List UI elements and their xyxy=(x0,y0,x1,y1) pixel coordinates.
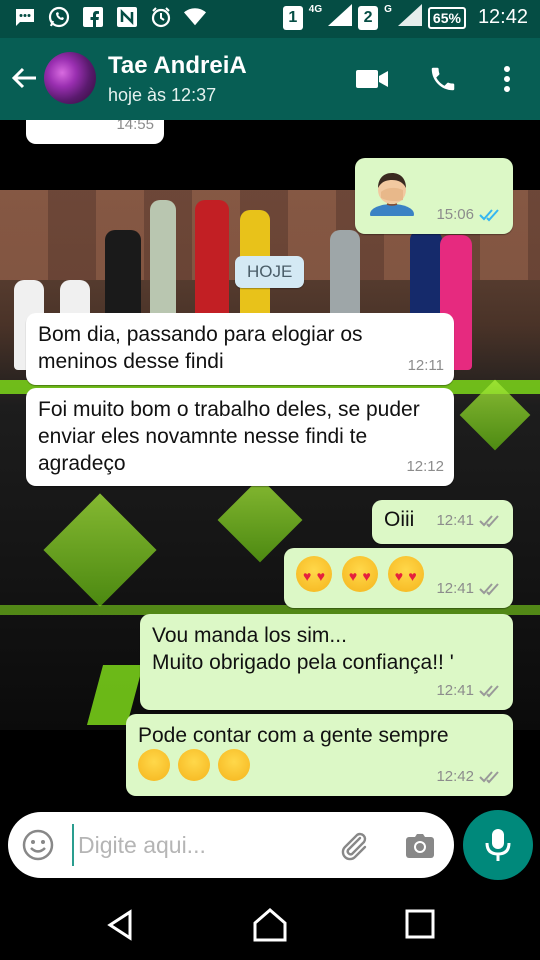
nav-home-icon[interactable] xyxy=(252,908,287,942)
nav-back-icon[interactable] xyxy=(104,908,138,942)
message-meta: 15:06 xyxy=(436,201,503,228)
battery-indicator: 65% xyxy=(427,6,466,29)
whatsapp-icon xyxy=(48,6,70,28)
message-meta: 12:11 xyxy=(408,352,444,379)
message-outgoing[interactable]: Oiii 12:41 xyxy=(372,500,513,544)
message-text: Bom dia, passando para elogiar os menino… xyxy=(38,323,363,373)
microphone-icon xyxy=(485,829,511,861)
message-incoming[interactable]: Bom dia, passando para elogiar os menino… xyxy=(26,313,454,385)
message-time: 12:41 xyxy=(436,512,474,529)
status-time: 12:42 xyxy=(477,6,528,28)
sim1-network-label: 4G xyxy=(308,4,323,15)
camera-icon[interactable] xyxy=(404,830,436,862)
facepalm-emoji xyxy=(367,166,417,224)
alarm-icon xyxy=(150,6,172,28)
avatar[interactable] xyxy=(44,52,96,104)
delivered-double-tick-icon xyxy=(479,582,499,595)
voice-record-button[interactable] xyxy=(463,810,533,880)
message-text-line: Muito obrigado pela confiança!! ' xyxy=(152,651,454,674)
message-outgoing[interactable]: Pode contar com a gente sempre 12:42 xyxy=(126,714,513,796)
voice-call-icon[interactable] xyxy=(426,62,460,96)
delivered-double-tick-icon xyxy=(479,514,499,527)
last-seen: hoje às 12:37 xyxy=(108,85,217,105)
more-options-icon[interactable] xyxy=(490,62,524,96)
nfc-icon xyxy=(116,6,138,28)
wifi-icon xyxy=(184,6,206,28)
signal-icon xyxy=(397,4,422,31)
message-time: 12:12 xyxy=(406,458,444,475)
message-incoming[interactable]: Foi muito bom o trabalho deles, se puder… xyxy=(26,388,454,486)
hugging-emoji xyxy=(138,749,170,781)
message-outgoing[interactable]: 15:06 xyxy=(355,158,513,234)
chat-area[interactable]: 14:55 15:06 HOJE Bom dia, passando para … xyxy=(0,120,540,810)
message-time: 12:42 xyxy=(436,768,474,785)
sim2-badge: 2 xyxy=(358,5,379,30)
message-time: 12:41 xyxy=(436,580,474,597)
message-meta: 12:41 xyxy=(436,677,503,704)
message-text: Oiii xyxy=(384,508,415,531)
signal-icon xyxy=(328,4,353,31)
heart-eyes-emoji xyxy=(296,556,332,592)
status-bar: 1 4G 2 G 65% 12:42 xyxy=(0,0,540,38)
message-meta: 12:42 xyxy=(436,763,503,790)
message-outgoing[interactable]: Vou manda los sim... Muito obrigado pela… xyxy=(140,614,513,710)
message-text-line: Vou manda los sim... xyxy=(152,624,347,647)
message-time: 15:06 xyxy=(436,206,474,223)
emoji-icon[interactable] xyxy=(22,829,54,861)
video-call-icon[interactable] xyxy=(355,62,389,96)
message-outgoing[interactable]: 12:41 xyxy=(284,548,513,608)
message-time: 12:11 xyxy=(407,357,444,374)
attach-icon[interactable] xyxy=(338,830,370,862)
delivered-double-tick-icon xyxy=(479,684,499,697)
heart-eyes-emoji xyxy=(341,556,378,592)
android-nav-bar xyxy=(0,890,540,960)
message-time: 14:55 xyxy=(116,120,154,133)
date-divider: HOJE xyxy=(235,256,305,288)
sms-icon xyxy=(14,6,36,28)
message-meta: 12:41 xyxy=(436,507,503,534)
nav-recents-icon[interactable] xyxy=(404,908,438,942)
message-meta: 14:55 xyxy=(116,120,154,138)
message-input[interactable] xyxy=(72,824,332,866)
message-meta: 12:12 xyxy=(406,453,444,480)
message-time: 12:41 xyxy=(436,682,474,699)
heart-eyes-emoji xyxy=(387,556,424,592)
message-incoming[interactable]: 14:55 xyxy=(26,120,164,144)
chat-header: Tae AndreiA hoje às 12:37 xyxy=(0,38,540,120)
hugging-emoji xyxy=(217,749,250,781)
sim1-badge: 1 xyxy=(282,5,303,30)
message-meta: 12:41 xyxy=(436,575,503,602)
sim2-network-label: G xyxy=(384,4,392,15)
contact-name[interactable]: Tae AndreiA xyxy=(108,52,247,80)
message-composer xyxy=(8,812,454,878)
facebook-icon xyxy=(82,6,104,28)
back-arrow-icon[interactable] xyxy=(10,64,38,92)
message-text: Pode contar com a gente sempre xyxy=(138,724,449,747)
read-double-tick-icon xyxy=(479,208,499,221)
hugging-emoji xyxy=(177,749,210,781)
delivered-double-tick-icon xyxy=(479,770,499,783)
message-text: Foi muito bom o trabalho deles, se puder… xyxy=(38,398,420,475)
